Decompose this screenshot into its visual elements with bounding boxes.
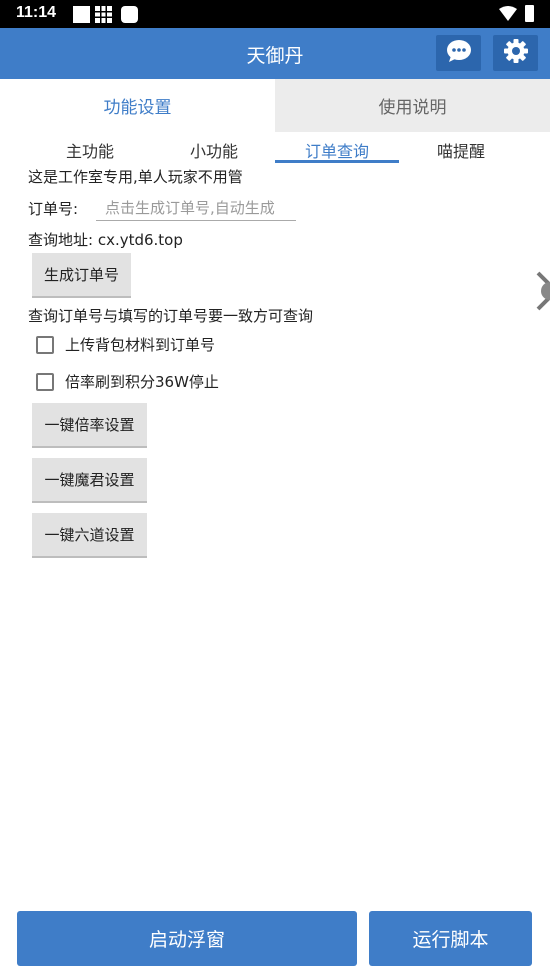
subtab-meow-reminder[interactable]: 喵提醒 [399,138,523,162]
notification-rounded-icon [121,6,138,23]
start-float-window-button[interactable]: 启动浮窗 [17,911,357,966]
wifi-icon [499,6,517,26]
upload-materials-checkbox[interactable] [36,335,54,354]
battery-icon [525,5,534,22]
stop-at-points-checkbox[interactable] [36,372,54,391]
tab-function-settings[interactable]: 功能设置 [0,79,275,132]
chat-button[interactable] [436,35,481,71]
generate-order-button[interactable]: 生成订单号 [32,253,131,298]
run-script-button[interactable]: 运行脚本 [369,911,532,966]
floating-handle-icon[interactable] [534,271,550,311]
subtab-small-function[interactable]: 小功能 [152,138,276,162]
subtab-main-function[interactable]: 主功能 [28,138,152,162]
upload-materials-option[interactable]: 上传背包材料到订单号 [36,334,215,355]
notification-square-icon [73,6,90,23]
stop-at-points-label: 倍率刷到积分36W停止 [65,373,219,391]
query-address: 查询地址: cx.ytd6.top [28,231,183,249]
rate-settings-button[interactable]: 一键倍率设置 [32,403,147,448]
order-number-label: 订单号: [28,200,79,218]
six-paths-settings-button[interactable]: 一键六道设置 [32,513,147,558]
query-hint: 查询订单号与填写的订单号要一致方可查询 [28,307,314,325]
status-time: 11:14 [16,4,57,21]
settings-button[interactable] [493,35,538,71]
tab-instructions[interactable]: 使用说明 [275,79,550,132]
stop-at-points-option[interactable]: 倍率刷到积分36W停止 [36,371,219,392]
status-bar: 11:14 [0,0,550,28]
chat-bubble-icon [446,39,472,67]
demon-lord-settings-button[interactable]: 一键魔君设置 [32,458,147,503]
order-number-input[interactable]: 点击生成订单号,自动生成 [96,195,296,221]
sub-tabs: 主功能 小功能 订单查询 喵提醒 [0,134,550,164]
app-bar: 天御丹 [0,28,550,79]
upload-materials-label: 上传背包材料到订单号 [65,336,216,354]
gear-icon [503,38,529,68]
studio-notice: 这是工作室专用,单人玩家不用管 [28,168,243,186]
subtab-indicator [275,160,399,163]
grid-icon [95,6,112,23]
subtab-order-query[interactable]: 订单查询 [275,138,399,162]
main-tabs: 功能设置 使用说明 [0,79,550,132]
